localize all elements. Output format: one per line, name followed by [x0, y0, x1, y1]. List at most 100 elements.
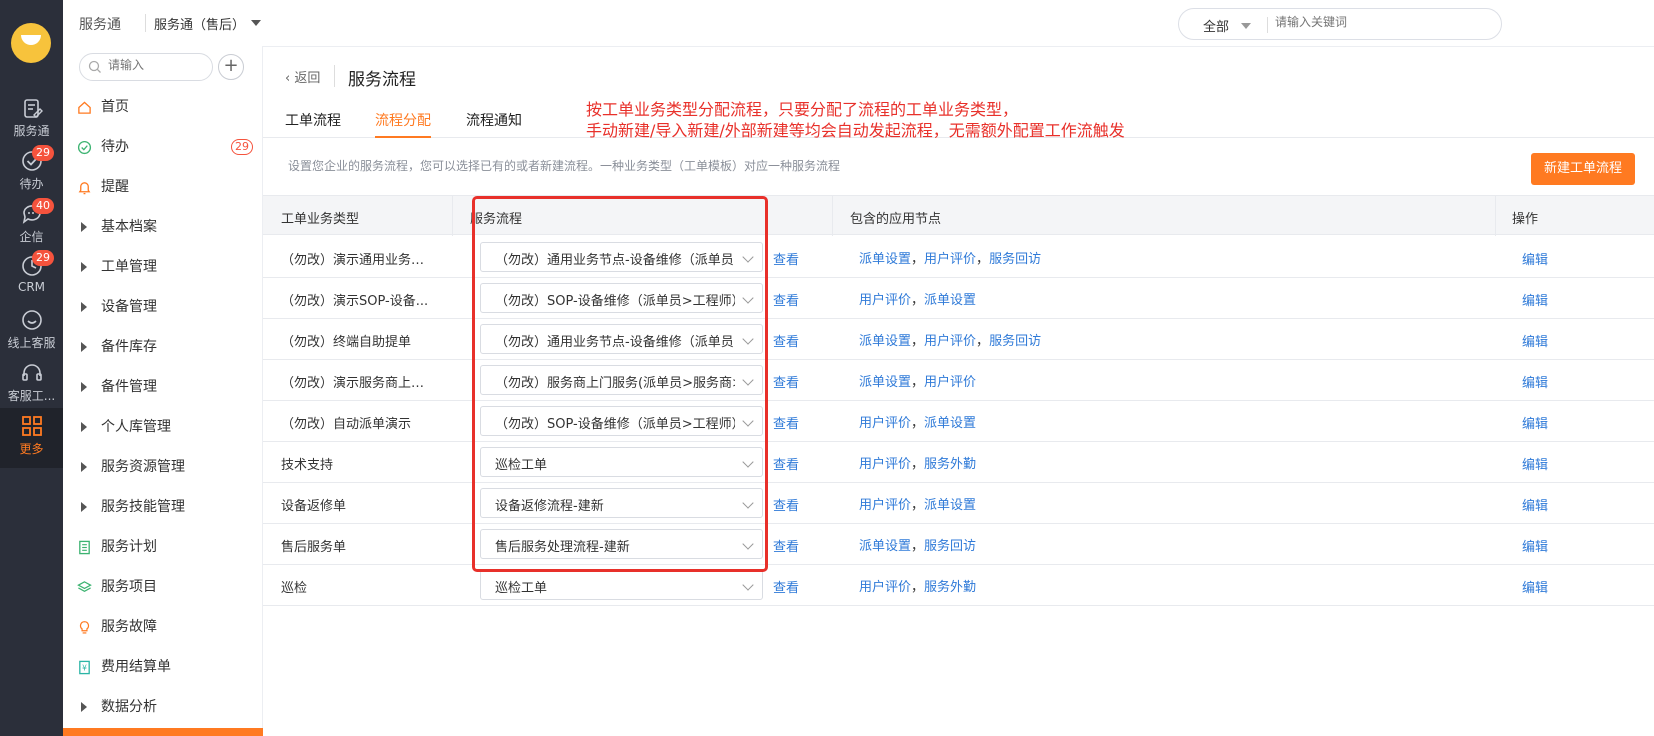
node-link[interactable]: 派单设置: [859, 375, 911, 390]
node-link[interactable]: 派单设置: [924, 416, 976, 431]
node-link[interactable]: 派单设置: [859, 539, 911, 554]
global-search-input[interactable]: [1275, 15, 1485, 29]
edit-link[interactable]: 编辑: [1522, 413, 1548, 432]
annotation-line: 手动新建/导入新建/外部新建等均会自动发起流程，无需额外配置工作流触发: [586, 121, 1125, 140]
edit-link[interactable]: 编辑: [1522, 372, 1548, 391]
edit-link[interactable]: 编辑: [1522, 495, 1548, 514]
service-flow-select[interactable]: 巡检工单: [480, 570, 763, 600]
rail-item[interactable]: 更多: [0, 408, 63, 468]
table-row: （勿改）演示通用业务节... （勿改）通用业务节点-设备维修（派单员>服务 查看 派单…: [263, 237, 1654, 278]
sidebar-item[interactable]: 数据分析: [77, 692, 257, 722]
rail-item[interactable]: 服务通: [0, 90, 63, 142]
node-link[interactable]: 派单设置: [859, 252, 911, 267]
edit-link[interactable]: 编辑: [1522, 536, 1548, 555]
separator: ，: [911, 334, 925, 349]
chevron-down-icon[interactable]: [251, 20, 261, 26]
sidebar-item[interactable]: 设备管理: [77, 292, 257, 322]
rail-item[interactable]: CRM 29: [0, 248, 63, 300]
rail-item[interactable]: 线上客服: [0, 302, 63, 354]
chevron-down-icon: [742, 497, 754, 509]
node-link[interactable]: 服务外勤: [924, 457, 976, 472]
search-scope-select[interactable]: 全部: [1203, 16, 1229, 35]
view-link[interactable]: 查看: [773, 536, 799, 555]
node-link[interactable]: 用户评价: [924, 252, 976, 267]
edit-link[interactable]: 编辑: [1522, 331, 1548, 350]
node-link[interactable]: 服务外勤: [924, 580, 976, 595]
divider: [1267, 17, 1268, 33]
sidebar-item[interactable]: 服务资源管理: [77, 452, 257, 482]
node-link[interactable]: 服务回访: [989, 334, 1041, 349]
sidebar-item[interactable]: 服务故障: [77, 612, 257, 642]
sidebar-item[interactable]: 首页: [77, 92, 257, 122]
view-link[interactable]: 查看: [773, 454, 799, 473]
caret-right-icon: [81, 462, 87, 472]
chevron-down-icon[interactable]: [1241, 23, 1251, 29]
view-link[interactable]: 查看: [773, 249, 799, 268]
edit-link[interactable]: 编辑: [1522, 249, 1548, 268]
node-link[interactable]: 用户评价: [859, 580, 911, 595]
edit-link[interactable]: 编辑: [1522, 577, 1548, 596]
rail-item[interactable]: 客服工...: [0, 355, 63, 407]
table-row: （勿改）演示服务商上门... （勿改）服务商上门服务(派单员>服务商>服务 查看 派单…: [263, 360, 1654, 401]
sidebar-item[interactable]: 备件库存: [77, 332, 257, 362]
add-button[interactable]: +: [218, 54, 244, 80]
table-row: （勿改）自动派单演示 （勿改）SOP-设备维修（派单员>工程师）接单 查看 用户评价，…: [263, 401, 1654, 442]
node-link[interactable]: 派单设置: [859, 334, 911, 349]
node-link[interactable]: 用户评价: [859, 293, 911, 308]
top-bar: 服务通 服务通（售后） 全部: [63, 0, 1654, 46]
tab-flow-assignment[interactable]: 流程分配: [375, 110, 431, 138]
service-flow-value: 巡检工单: [495, 458, 548, 473]
edit-link[interactable]: 编辑: [1522, 454, 1548, 473]
sidebar-item[interactable]: 待办 29: [77, 132, 257, 162]
rail-item[interactable]: 待办 29: [0, 143, 63, 195]
service-flow-select[interactable]: （勿改）SOP-设备维修（派单员>工程师）接单: [480, 283, 763, 313]
sidebar-item[interactable]: 服务项目: [77, 572, 257, 602]
edit-link[interactable]: 编辑: [1522, 290, 1548, 309]
sidebar-search-input[interactable]: [108, 58, 208, 72]
node-link[interactable]: 派单设置: [924, 293, 976, 308]
sidebar-item[interactable]: 个人库管理: [77, 412, 257, 442]
node-link[interactable]: 派单设置: [924, 498, 976, 513]
node-link[interactable]: 用户评价: [924, 334, 976, 349]
service-flow-select[interactable]: （勿改）SOP-设备维修（派单员>工程师）接单: [480, 406, 763, 436]
node-link[interactable]: 用户评价: [859, 457, 911, 472]
node-link[interactable]: 用户评价: [859, 416, 911, 431]
view-link[interactable]: 查看: [773, 495, 799, 514]
chevron-down-icon: [742, 333, 754, 345]
node-link[interactable]: 用户评价: [924, 375, 976, 390]
node-link[interactable]: 用户评价: [859, 498, 911, 513]
tab-flow-notification[interactable]: 流程通知: [466, 110, 522, 138]
service-flow-select[interactable]: （勿改）服务商上门服务(派单员>服务商>服务: [480, 365, 763, 395]
sidebar-item[interactable]: 服务技能管理: [77, 492, 257, 522]
node-link[interactable]: 服务回访: [924, 539, 976, 554]
sidebar-item[interactable]: ¥ 费用结算单: [77, 652, 257, 682]
headset-icon: [0, 361, 63, 385]
service-flow-select[interactable]: （勿改）通用业务节点-设备维修（派单员>服务: [480, 324, 763, 354]
view-link[interactable]: 查看: [773, 290, 799, 309]
view-link[interactable]: 查看: [773, 413, 799, 432]
sidebar-item[interactable]: 工单管理: [77, 252, 257, 282]
view-link[interactable]: 查看: [773, 577, 799, 596]
app-switch-button[interactable]: 服务通（售后）: [154, 14, 245, 33]
view-link[interactable]: 查看: [773, 372, 799, 391]
sidebar-item[interactable]: 备件管理: [77, 372, 257, 402]
rail-item[interactable]: 企信 40: [0, 196, 63, 248]
sidebar-item-label: 工单管理: [101, 259, 157, 275]
service-flow-select[interactable]: 巡检工单: [480, 447, 763, 477]
service-flow-select[interactable]: 设备返修流程-建新: [480, 488, 763, 518]
back-link[interactable]: ‹ 返回: [285, 67, 320, 86]
tab-ticket-flow[interactable]: 工单流程: [285, 110, 341, 138]
node-link[interactable]: 服务回访: [989, 252, 1041, 267]
sidebar-item[interactable]: 基本档案: [77, 212, 257, 242]
sidebar-item[interactable]: 服务计划: [77, 532, 257, 562]
table-row: 售后服务单 售后服务处理流程-建新 查看 派单设置，服务回访 编辑: [263, 524, 1654, 565]
separator: ，: [976, 334, 990, 349]
view-link[interactable]: 查看: [773, 331, 799, 350]
table-row: （勿改）演示SOP-设备... （勿改）SOP-设备维修（派单员>工程师）接单 查看…: [263, 278, 1654, 319]
app-logo[interactable]: [11, 23, 51, 63]
sidebar-item[interactable]: 提醒: [77, 172, 257, 202]
service-flow-select[interactable]: （勿改）通用业务节点-设备维修（派单员>服务: [480, 242, 763, 272]
table-row: （勿改）终端自助提单（勿改）通用业务节点-设备维修（派单员>服务查看派单设置，用…: [263, 319, 1654, 360]
service-flow-select[interactable]: 售后服务处理流程-建新: [480, 529, 763, 559]
new-ticket-flow-button[interactable]: 新建工单流程: [1531, 153, 1635, 185]
